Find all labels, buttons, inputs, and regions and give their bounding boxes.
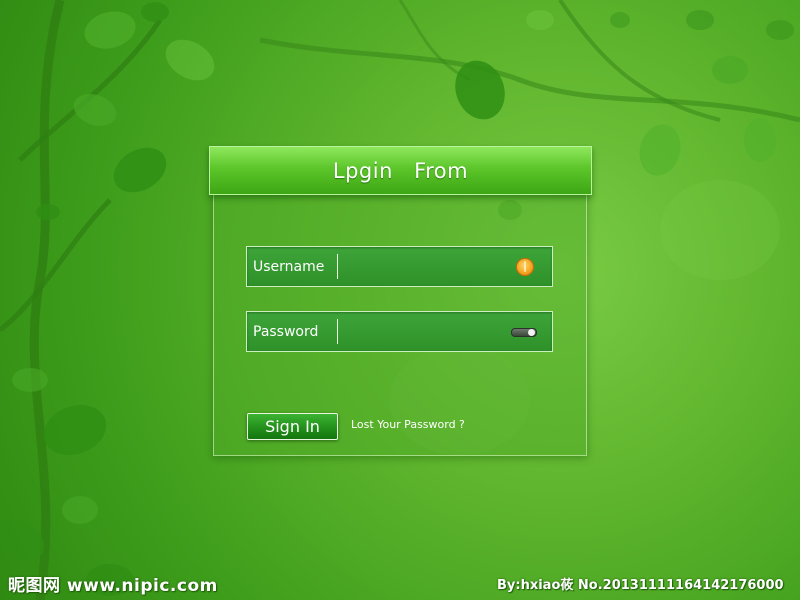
password-separator: [337, 319, 338, 344]
username-field[interactable]: Username: [246, 246, 553, 287]
password-input[interactable]: [343, 318, 507, 347]
watermark-credit: By:hxiao莜 No.20131111164142176000: [497, 578, 784, 593]
password-field[interactable]: Password: [246, 311, 553, 352]
watermark-site: 昵图网 www.nipic.com: [8, 576, 218, 596]
orange-icon: [516, 258, 534, 276]
username-label: Username: [253, 258, 325, 275]
login-title: Lpgin From: [332, 158, 469, 183]
password-label: Password: [253, 323, 319, 340]
sign-in-button[interactable]: Sign In: [247, 413, 338, 440]
lost-password-link[interactable]: Lost Your Password ?: [351, 418, 465, 431]
login-title-bar: Lpgin From: [209, 146, 592, 195]
toggle-icon[interactable]: [511, 328, 537, 337]
username-input[interactable]: [343, 253, 507, 282]
username-separator: [337, 254, 338, 279]
